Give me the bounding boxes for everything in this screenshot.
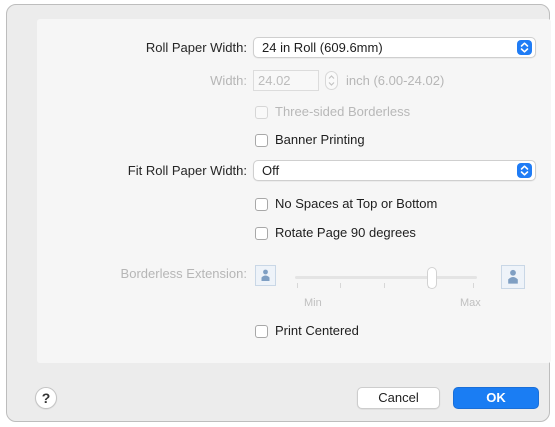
page-person-icon — [255, 265, 276, 286]
ok-button[interactable]: OK — [453, 387, 539, 409]
stepper-arrows-icon — [328, 75, 335, 86]
fit-roll-paper-width-popup[interactable]: Off — [253, 160, 536, 181]
print-centered-label: Print Centered — [275, 323, 359, 338]
roll-paper-width-popup[interactable]: 24 in Roll (609.6mm) — [253, 37, 536, 58]
roll-paper-width-label: Roll Paper Width: — [145, 40, 247, 55]
no-spaces-label: No Spaces at Top or Bottom — [275, 196, 438, 211]
popup-arrows-icon — [517, 163, 532, 178]
no-spaces-checkbox[interactable] — [255, 198, 268, 211]
slider-tick — [384, 283, 385, 288]
popup-arrows-icon — [517, 40, 532, 55]
banner-printing-checkbox[interactable] — [255, 134, 268, 147]
width-field[interactable]: 24.02 — [253, 70, 319, 91]
rotate-page-checkbox[interactable] — [255, 227, 268, 240]
print-settings-dialog: Roll Paper Width: 24 in Roll (609.6mm) W… — [6, 4, 551, 422]
fit-roll-paper-width-label: Fit Roll Paper Width: — [127, 163, 247, 178]
width-unit-range: inch (6.00-24.02) — [346, 73, 445, 88]
slider-max-label: Max — [460, 297, 481, 309]
fit-roll-paper-width-value: Off — [262, 163, 280, 178]
slider-tick — [340, 283, 341, 288]
roll-paper-width-value: 24 in Roll (609.6mm) — [262, 40, 383, 55]
slider-knob[interactable] — [426, 267, 437, 289]
width-stepper[interactable] — [325, 71, 338, 90]
slider-min-label: Min — [304, 297, 322, 309]
borderless-extension-label: Borderless Extension: — [120, 266, 247, 281]
three-sided-borderless-label: Three-sided Borderless — [275, 104, 411, 119]
banner-printing-label: Banner Printing — [275, 132, 365, 147]
borderless-extension-slider[interactable] — [295, 276, 477, 279]
help-button[interactable]: ? — [35, 387, 57, 409]
print-centered-checkbox[interactable] — [255, 325, 268, 338]
settings-panel: Roll Paper Width: 24 in Roll (609.6mm) W… — [37, 19, 551, 363]
three-sided-borderless-checkbox[interactable] — [255, 106, 268, 119]
page-person-large-icon — [501, 265, 525, 289]
slider-tick — [297, 283, 298, 288]
slider-tick — [473, 283, 474, 288]
width-label: Width: — [210, 73, 247, 88]
rotate-page-label: Rotate Page 90 degrees — [275, 225, 416, 240]
cancel-button[interactable]: Cancel — [357, 387, 440, 409]
